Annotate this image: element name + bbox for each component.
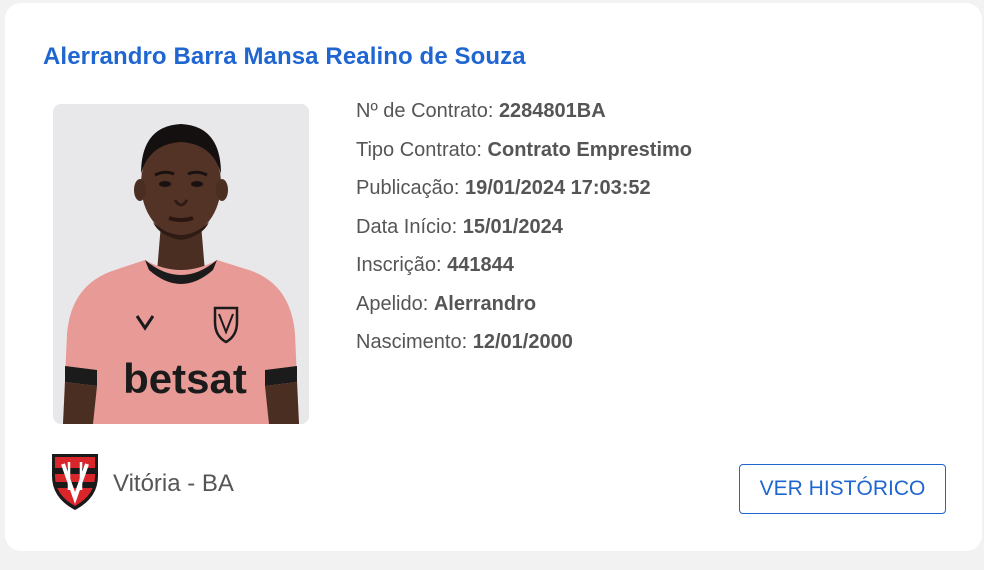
detail-registration: Inscrição: 441844 <box>356 251 692 290</box>
detail-value: Contrato Emprestimo <box>487 138 693 161</box>
club-info: Vitória - BA <box>49 450 234 517</box>
detail-label: Data Início: <box>356 215 463 238</box>
detail-label: Publicação: <box>356 177 465 199</box>
shirt-sponsor-text: betsat <box>123 355 247 402</box>
detail-start-date: Data Início: 15/01/2024 <box>356 213 692 252</box>
player-name: Alerrandro Barra Mansa Realino de Souza <box>43 43 526 70</box>
detail-label: Tipo Contrato: <box>356 138 488 161</box>
detail-label: Nº de Contrato: <box>356 100 499 122</box>
detail-publication: Publicação: 19/01/2024 17:03:52 <box>356 174 692 213</box>
detail-value: 2284801BA <box>498 100 606 122</box>
detail-label: Apelido: <box>356 292 434 315</box>
detail-label: Nascimento: <box>356 331 473 353</box>
club-name: Vitória - BA <box>113 469 234 497</box>
detail-label: Inscrição: <box>356 254 448 276</box>
detail-value: 12/01/2000 <box>472 331 573 353</box>
detail-value: 19/01/2024 17:03:52 <box>464 177 651 199</box>
detail-value: 15/01/2024 <box>462 215 563 238</box>
detail-contract-type: Tipo Contrato: Contrato Emprestimo <box>356 136 692 175</box>
detail-value: 441844 <box>447 254 514 276</box>
player-card: Alerrandro Barra Mansa Realino de Souza <box>5 3 982 551</box>
contract-details: Nº de Contrato: 2284801BA Tipo Contrato:… <box>356 97 692 367</box>
view-history-button[interactable]: VER HISTÓRICO <box>739 464 946 514</box>
detail-nickname: Apelido: Alerrandro <box>356 290 692 329</box>
player-photo: betsat <box>53 104 309 424</box>
detail-value: Alerrandro <box>433 292 537 315</box>
detail-birth-date: Nascimento: 12/01/2000 <box>356 328 692 367</box>
club-crest-icon <box>49 450 101 517</box>
detail-contract-number: Nº de Contrato: 2284801BA <box>356 97 692 136</box>
